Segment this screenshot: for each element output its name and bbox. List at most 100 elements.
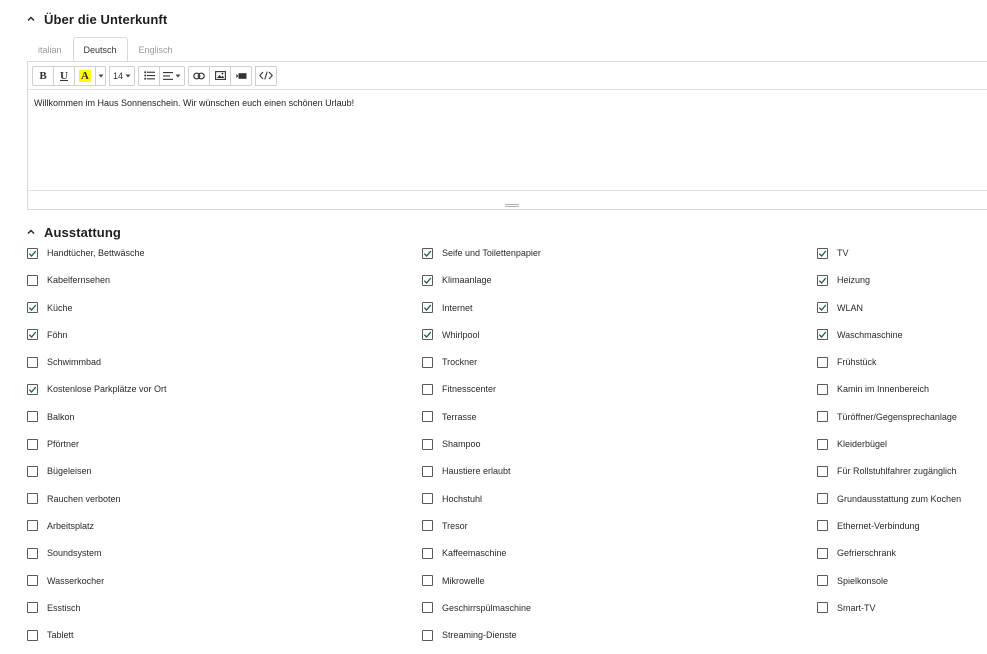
amenity-item[interactable]: Heizung [817, 273, 987, 287]
amenity-checkbox[interactable] [817, 247, 828, 259]
amenity-item[interactable]: Kaffeemaschine [422, 546, 817, 560]
amenity-item[interactable]: Für Rollstuhlfahrer zugänglich [817, 464, 987, 478]
amenity-checkbox[interactable] [817, 302, 828, 314]
tab-deutsch[interactable]: Deutsch [72, 37, 128, 61]
amenity-item[interactable]: Frühstück [817, 355, 987, 369]
amenity-item[interactable]: Internet [422, 301, 817, 315]
amenity-checkbox[interactable] [817, 520, 828, 532]
insert-image-button[interactable] [209, 65, 231, 86]
amenity-checkbox[interactable] [422, 575, 433, 587]
amenity-item[interactable]: Schwimmbad [27, 355, 422, 369]
amenity-item[interactable]: Gefrierschrank [817, 546, 987, 560]
amenity-item[interactable]: Wasserkocher [27, 574, 422, 588]
amenity-checkbox[interactable] [817, 411, 828, 423]
tab-italian[interactable]: italian [27, 37, 73, 61]
amenity-checkbox[interactable] [817, 493, 828, 505]
amenity-item[interactable]: Spielkonsole [817, 574, 987, 588]
amenity-checkbox[interactable] [27, 329, 38, 341]
amenity-checkbox[interactable] [817, 602, 828, 614]
tab-englisch[interactable]: Englisch [128, 37, 184, 61]
amenity-item[interactable]: Kostenlose Parkplätze vor Ort [27, 382, 422, 396]
underline-button[interactable]: U [53, 65, 75, 86]
amenity-item[interactable]: Bügeleisen [27, 464, 422, 478]
amenity-checkbox[interactable] [422, 274, 433, 286]
amenity-checkbox[interactable] [27, 575, 38, 587]
bold-button[interactable]: B [32, 65, 54, 86]
insert-link-button[interactable] [188, 65, 210, 86]
amenity-checkbox[interactable] [27, 274, 38, 286]
amenity-item[interactable]: Grundausstattung zum Kochen [817, 492, 987, 506]
highlight-color-button[interactable]: A [74, 65, 96, 86]
amenity-item[interactable]: Soundsystem [27, 546, 422, 560]
amenity-item[interactable]: Balkon [27, 410, 422, 424]
amenity-checkbox[interactable] [27, 383, 38, 395]
unordered-list-button[interactable] [138, 65, 160, 86]
amenity-checkbox[interactable] [27, 602, 38, 614]
amenity-item[interactable]: Terrasse [422, 410, 817, 424]
amenity-item[interactable]: Kabelfernsehen [27, 273, 422, 287]
amenity-checkbox[interactable] [27, 356, 38, 368]
font-size-dropdown[interactable]: 14 [109, 65, 135, 86]
amenity-item[interactable]: Ethernet-Verbindung [817, 519, 987, 533]
amenity-item[interactable]: Tablett [27, 628, 422, 642]
amenity-checkbox[interactable] [27, 302, 38, 314]
amenity-item[interactable]: Klimaanlage [422, 273, 817, 287]
amenity-checkbox[interactable] [27, 629, 38, 641]
amenity-item[interactable]: Rauchen verboten [27, 492, 422, 506]
amenity-item[interactable]: Föhn [27, 328, 422, 342]
amenity-item[interactable]: Türöffner/Gegensprechanlage [817, 410, 987, 424]
amenity-checkbox[interactable] [422, 493, 433, 505]
amenity-checkbox[interactable] [27, 547, 38, 559]
amenity-item[interactable]: Hochstuhl [422, 492, 817, 506]
amenity-item[interactable]: Mikrowelle [422, 574, 817, 588]
paragraph-align-dropdown[interactable] [159, 65, 185, 86]
amenity-item[interactable]: Küche [27, 301, 422, 315]
amenity-checkbox[interactable] [422, 356, 433, 368]
amenity-checkbox[interactable] [817, 547, 828, 559]
amenity-item[interactable]: Kamin im Innenbereich [817, 382, 987, 396]
amenity-checkbox[interactable] [817, 438, 828, 450]
amenity-checkbox[interactable] [27, 493, 38, 505]
amenity-checkbox[interactable] [27, 438, 38, 450]
amenity-item[interactable]: Handtücher, Bettwäsche [27, 246, 422, 260]
amenity-checkbox[interactable] [27, 465, 38, 477]
amenity-checkbox[interactable] [27, 520, 38, 532]
amenity-item[interactable]: Trockner [422, 355, 817, 369]
amenity-checkbox[interactable] [27, 247, 38, 259]
amenity-checkbox[interactable] [817, 356, 828, 368]
amenity-item[interactable]: TV [817, 246, 987, 260]
amenity-item[interactable]: Seife und Toilettenpapier [422, 246, 817, 260]
amenity-checkbox[interactable] [817, 383, 828, 395]
amenity-checkbox[interactable] [817, 329, 828, 341]
editor-content-area[interactable]: Willkommen im Haus Sonnenschein. Wir wün… [28, 90, 987, 190]
amenity-checkbox[interactable] [422, 438, 433, 450]
highlight-color-dropdown[interactable] [95, 65, 106, 86]
amenities-section-header[interactable]: Ausstattung [26, 223, 121, 241]
amenity-checkbox[interactable] [817, 274, 828, 286]
amenity-checkbox[interactable] [27, 411, 38, 423]
about-section-header[interactable]: Über die Unterkunft [26, 10, 167, 28]
amenity-checkbox[interactable] [422, 629, 433, 641]
amenity-item[interactable]: Esstisch [27, 601, 422, 615]
amenity-checkbox[interactable] [422, 465, 433, 477]
amenity-checkbox[interactable] [817, 465, 828, 477]
amenity-item[interactable]: WLAN [817, 301, 987, 315]
amenity-item[interactable]: Tresor [422, 519, 817, 533]
code-view-button[interactable] [255, 65, 277, 86]
amenity-item[interactable]: Shampoo [422, 437, 817, 451]
amenity-item[interactable]: Geschirrspülmaschine [422, 601, 817, 615]
amenity-item[interactable]: Whirlpool [422, 328, 817, 342]
amenity-checkbox[interactable] [422, 602, 433, 614]
amenity-checkbox[interactable] [422, 520, 433, 532]
amenity-item[interactable]: Pförtner [27, 437, 422, 451]
amenity-item[interactable]: Arbeitsplatz [27, 519, 422, 533]
amenity-checkbox[interactable] [422, 247, 433, 259]
amenity-item[interactable]: Streaming-Dienste [422, 628, 817, 642]
amenity-item[interactable]: Waschmaschine [817, 328, 987, 342]
amenity-checkbox[interactable] [817, 575, 828, 587]
amenity-checkbox[interactable] [422, 302, 433, 314]
amenity-checkbox[interactable] [422, 547, 433, 559]
amenity-item[interactable]: Fitnesscenter [422, 382, 817, 396]
amenity-checkbox[interactable] [422, 411, 433, 423]
amenity-checkbox[interactable] [422, 329, 433, 341]
